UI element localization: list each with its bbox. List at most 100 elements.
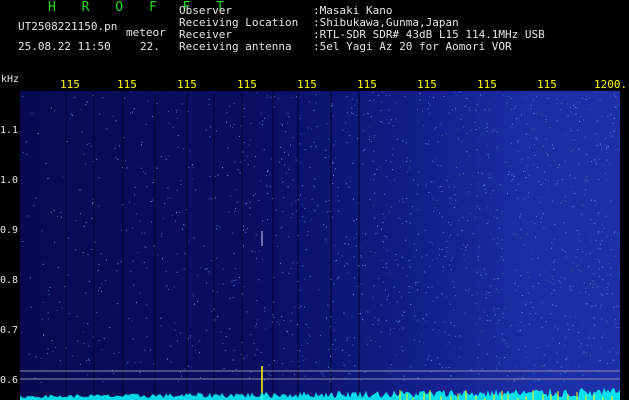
noise-pixel (617, 149, 619, 151)
noise-pixel (139, 220, 141, 222)
noise-pixel (391, 206, 392, 208)
noise-pixel (460, 174, 461, 175)
noise-pixel (255, 234, 257, 236)
noise-pixel (314, 186, 316, 188)
noise-pixel (100, 253, 102, 255)
noise-pixel (349, 135, 351, 137)
noise-pixel (192, 166, 194, 168)
noise-pixel (231, 232, 233, 234)
noise-pixel (333, 329, 335, 331)
noise-pixel (545, 121, 546, 123)
noise-pixel (91, 249, 93, 251)
noise-pixel (132, 227, 133, 229)
noise-pixel (437, 357, 439, 359)
noise-pixel (323, 224, 325, 226)
noise-pixel (420, 335, 422, 337)
noise-pixel (194, 303, 195, 305)
noise-pixel (417, 319, 419, 321)
noise-pixel (160, 325, 162, 327)
noise-pixel (476, 292, 478, 294)
noise-pixel (537, 197, 539, 199)
noise-pixel (380, 331, 382, 333)
noise-pixel (505, 161, 507, 163)
noise-pixel (610, 200, 612, 202)
noise-pixel (583, 119, 585, 121)
noise-pixel (564, 337, 566, 339)
noise-pixel (460, 347, 462, 349)
noise-pixel (235, 369, 237, 370)
noise-pixel (264, 310, 266, 312)
noise-pixel (315, 145, 317, 147)
noise-pixel (396, 320, 398, 322)
noise-pixel (612, 125, 614, 127)
noise-pixel (462, 217, 464, 219)
noise-pixel (368, 136, 370, 138)
noise-pixel (243, 107, 245, 109)
noise-pixel (581, 98, 583, 100)
noise-pixel (590, 355, 591, 357)
noise-pixel (346, 142, 348, 144)
noise-pixel (385, 159, 387, 161)
noise-pixel (433, 210, 435, 212)
noise-pixel (254, 251, 256, 253)
noise-pixel (505, 343, 507, 345)
noise-pixel (532, 363, 534, 365)
noise-pixel (558, 280, 560, 282)
noise-pixel (517, 330, 519, 332)
noise-pixel (216, 228, 218, 230)
noise-pixel (413, 339, 415, 341)
noise-pixel (521, 158, 523, 160)
noise-pixel (75, 220, 77, 221)
noise-pixel (496, 243, 498, 244)
noise-pixel (496, 146, 498, 148)
noise-pixel (593, 273, 594, 275)
noise-pixel (348, 373, 350, 374)
noise-pixel (266, 96, 268, 98)
noise-pixel (402, 198, 404, 200)
noise-pixel (271, 321, 273, 323)
noise-pixel (570, 128, 572, 130)
noise-pixel (300, 162, 302, 164)
noise-pixel (547, 155, 549, 157)
noise-pixel (300, 306, 302, 308)
noise-pixel (268, 364, 270, 366)
noise-pixel (557, 180, 559, 182)
noise-pixel (481, 368, 483, 370)
noise-pixel (583, 282, 585, 284)
noise-pixel (461, 230, 463, 232)
noise-pixel (167, 110, 169, 112)
noise-pixel (551, 242, 553, 243)
noise-pixel (443, 96, 445, 97)
noise-pixel (603, 227, 605, 229)
noise-pixel (425, 314, 427, 316)
noise-pixel (573, 285, 574, 287)
noise-pixel (86, 360, 88, 362)
noise-pixel (192, 164, 193, 166)
noise-pixel (572, 186, 574, 187)
noise-pixel (383, 247, 385, 249)
noise-pixel (160, 317, 162, 319)
noise-pixel (532, 99, 534, 101)
noise-pixel (294, 374, 296, 376)
noise-pixel (290, 320, 292, 322)
noise-pixel (278, 97, 280, 99)
noise-streak (93, 91, 95, 400)
noise-pixel (555, 184, 557, 186)
noise-pixel (97, 270, 99, 271)
noise-pixel (554, 223, 556, 225)
noise-pixel (532, 285, 534, 287)
noise-pixel (337, 278, 339, 280)
noise-pixel (611, 362, 613, 364)
noise-pixel (34, 377, 36, 379)
noise-pixel (472, 233, 474, 235)
noise-pixel (80, 109, 82, 111)
noise-pixel (409, 222, 411, 224)
noise-pixel (40, 381, 42, 383)
noise-pixel (479, 318, 481, 320)
noise-pixel (386, 263, 387, 265)
noise-pixel (590, 199, 592, 201)
noise-pixel (429, 112, 430, 114)
noise-pixel (508, 171, 510, 173)
noise-pixel (338, 200, 340, 202)
noise-pixel (190, 336, 192, 338)
